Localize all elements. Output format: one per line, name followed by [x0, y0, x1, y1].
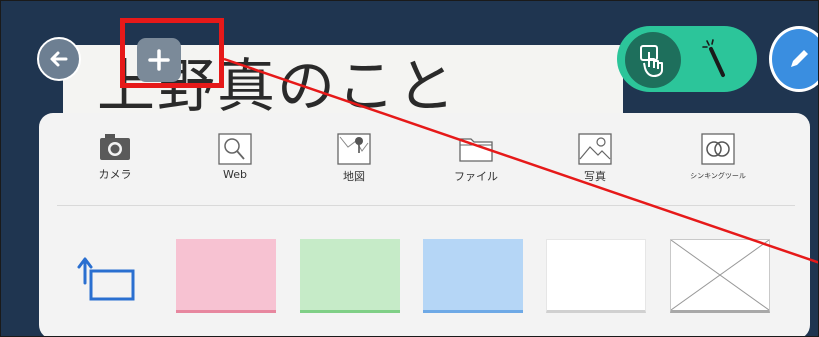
thinking-tool-icon	[701, 133, 735, 165]
pencil-icon	[791, 50, 808, 67]
tool-web[interactable]: Web	[190, 133, 280, 203]
map-icon	[337, 133, 371, 165]
web-search-icon	[218, 133, 252, 165]
rotate-card-icon[interactable]	[77, 253, 137, 303]
tool-row: カメラ Web 地図 ファイル 写真 シンキングツール	[39, 113, 810, 205]
photo-icon	[578, 133, 612, 165]
tool-thinking[interactable]: シンキングツール	[673, 133, 763, 203]
tool-label: 地図	[343, 170, 365, 183]
card-color-green[interactable]	[300, 239, 400, 313]
card-color-pink[interactable]	[176, 239, 276, 313]
app-screen: 上野真のこと カメラ Web 地図 ファイル 写真 シンキングツール	[0, 0, 819, 337]
touch-hand-icon	[640, 45, 663, 77]
camera-icon	[100, 134, 130, 160]
tool-label: Web	[223, 168, 247, 181]
card-color-none[interactable]	[670, 239, 770, 313]
magic-wand-icon[interactable]	[701, 39, 731, 79]
card-color-white[interactable]	[546, 239, 646, 313]
highlight-box	[120, 18, 224, 88]
tool-label: 写真	[584, 170, 606, 183]
tool-label: ファイル	[454, 170, 498, 183]
tool-camera[interactable]: カメラ	[70, 133, 160, 203]
arrow-left-icon	[50, 51, 68, 67]
tool-map[interactable]: 地図	[309, 133, 399, 203]
tool-label: シンキングツール	[690, 172, 746, 180]
tool-label: カメラ	[98, 168, 132, 181]
edit-button[interactable]	[769, 26, 818, 92]
menu-divider	[57, 205, 795, 206]
tool-photo[interactable]: 写真	[550, 133, 640, 203]
cross-pattern	[671, 240, 769, 310]
touch-mode-knob[interactable]	[625, 32, 681, 88]
folder-icon	[459, 138, 493, 162]
back-button[interactable]	[37, 37, 81, 81]
card-color-blue[interactable]	[423, 239, 523, 313]
tool-file[interactable]: ファイル	[431, 133, 521, 203]
